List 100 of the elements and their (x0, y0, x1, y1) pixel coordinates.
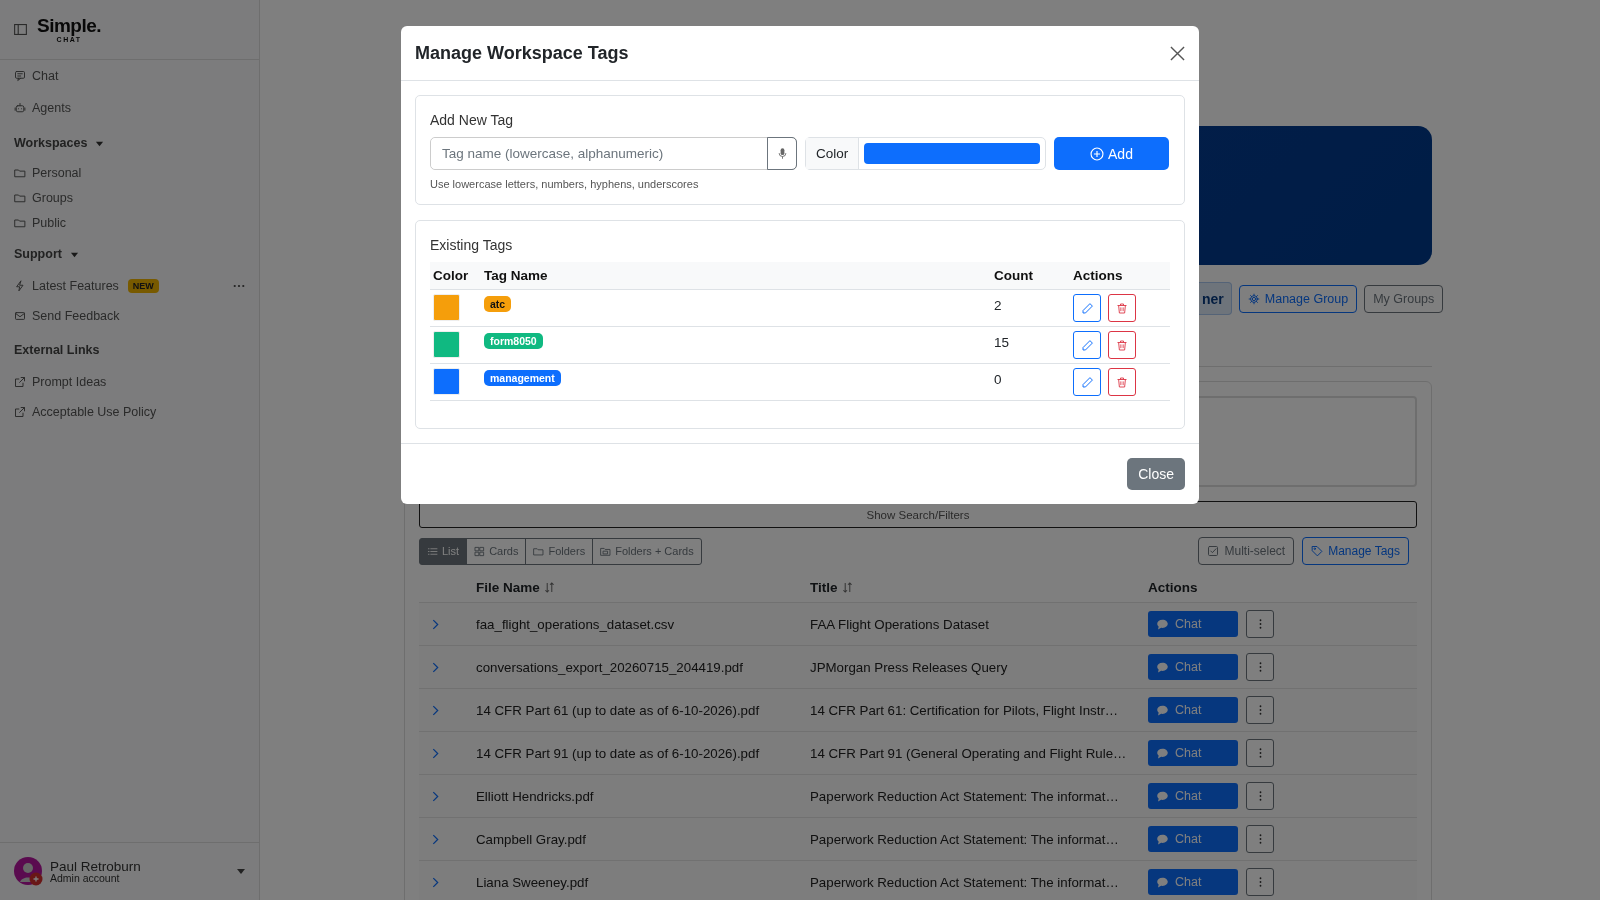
trash-icon (1116, 375, 1128, 389)
avatar[interactable] (14, 856, 44, 887)
view-mode-button[interactable]: Folders + Cards (592, 537, 702, 565)
group-button[interactable]: ner (1199, 282, 1232, 315)
table-cell-text: 14 CFR Part 91 (General Operating and Flight Rule… (810, 745, 1128, 761)
chat-button[interactable]: Chat (1148, 783, 1238, 809)
chat-button[interactable]: Chat (1148, 826, 1238, 852)
close-button[interactable]: Close (1127, 458, 1185, 490)
speech-bubble-icon (1156, 832, 1169, 846)
table-cell-text: Paperwork Reduction Act Statement: The informat… (810, 831, 1120, 847)
more-icon[interactable] (233, 284, 245, 288)
trash-icon (1116, 338, 1128, 352)
tag-badge: atc (484, 296, 512, 312)
view-mode-button[interactable]: Cards (466, 537, 527, 565)
tag-name-field[interactable]: Tag name (lowercase, alphanumeric) (430, 137, 797, 170)
column-header: Count (993, 268, 1034, 283)
card-heading: Add New Tag (430, 112, 514, 128)
column-header: Tag Name (483, 268, 549, 283)
edit-button[interactable] (1073, 331, 1101, 359)
delete-button[interactable] (1108, 294, 1136, 322)
chevron-right-icon[interactable] (432, 661, 439, 673)
sort-icon[interactable] (543, 581, 555, 593)
nav-link[interactable]: Latest Features (0, 271, 119, 301)
chevron-right-icon[interactable] (432, 618, 439, 630)
chat-button[interactable]: Chat (1148, 611, 1238, 637)
close-icon[interactable] (1170, 45, 1185, 61)
trash-icon (1116, 301, 1128, 315)
delete-button[interactable] (1108, 331, 1136, 359)
chevron-right-icon[interactable] (432, 833, 439, 845)
more-icon (1258, 876, 1262, 888)
nav-link[interactable]: Acceptable Use Policy (0, 397, 157, 427)
external-link-icon (14, 406, 26, 418)
section-heading[interactable]: Workspaces (14, 136, 88, 150)
folder-icon (14, 191, 26, 204)
add-button[interactable]: Add (1054, 137, 1169, 170)
toolbar-button[interactable]: Multi-select (1198, 537, 1295, 565)
more-icon (1258, 747, 1262, 759)
column-header[interactable]: Title (810, 579, 838, 595)
more-button[interactable] (1246, 782, 1274, 810)
nav-link[interactable]: Groups (0, 185, 73, 210)
chevron-right-icon[interactable] (432, 790, 439, 802)
group-button[interactable]: Manage Group (1238, 284, 1358, 313)
chat-button[interactable]: Chat (1148, 740, 1238, 766)
chevron-right-icon[interactable] (432, 876, 439, 888)
column-header[interactable]: File Name (476, 579, 540, 595)
column-header[interactable]: Actions (1148, 579, 1198, 595)
edit-button[interactable] (1073, 294, 1101, 322)
tag-icon (1311, 545, 1324, 557)
user-name: Paul Retroburn (50, 859, 141, 873)
table-cell-text: Liana Sweeney.pdf (476, 874, 590, 890)
sidebar-toggle-icon[interactable] (14, 24, 27, 35)
chat-button[interactable]: Chat (1148, 869, 1238, 895)
grid-icon (474, 545, 486, 557)
speech-bubble-icon (1156, 617, 1169, 631)
table-cell-text: JPMorgan Press Releases Query (810, 659, 1009, 675)
chat-button[interactable]: Chat (1148, 697, 1238, 723)
nav-link[interactable]: Personal (0, 160, 82, 185)
pencil-icon (1080, 338, 1094, 352)
view-mode-button[interactable]: Folders (525, 537, 594, 565)
group-button[interactable]: My Groups (1364, 284, 1444, 313)
more-icon (1258, 790, 1262, 802)
toolbar-button[interactable]: Manage Tags (1302, 537, 1409, 565)
more-button[interactable] (1246, 696, 1274, 724)
more-button[interactable] (1246, 825, 1274, 853)
table-cell-text: 14 CFR Part 91 (up to date as of 6-10-2026).pdf (476, 745, 761, 761)
settings-icon (1247, 292, 1260, 305)
folder-icon (14, 166, 26, 179)
nav-link[interactable]: Public (0, 210, 67, 235)
plus-circle-icon (1090, 146, 1105, 161)
speech-bubble-icon (1156, 746, 1169, 760)
more-icon (1258, 618, 1262, 630)
speech-bubble-icon (1156, 875, 1169, 889)
view-mode-button[interactable]: List (419, 537, 468, 565)
sort-icon[interactable] (841, 581, 853, 593)
list-icon (427, 545, 438, 557)
more-button[interactable] (1246, 868, 1274, 896)
table-cell-text: Paperwork Reduction Act Statement: The informat… (810, 874, 1120, 890)
chevron-right-icon[interactable] (432, 704, 439, 716)
table-cell-text: 14 CFR Part 61 (up to date as of 6-10-2026).pdf (476, 702, 761, 718)
delete-button[interactable] (1108, 368, 1136, 396)
hint-text: Use lowercase letters, numbers, hyphens, underscores (430, 178, 700, 190)
section-heading[interactable]: Support (14, 247, 62, 261)
more-button[interactable] (1246, 653, 1274, 681)
color-label: Color (806, 138, 860, 169)
more-button[interactable] (1246, 739, 1274, 767)
pencil-icon (1080, 301, 1094, 315)
nav-link[interactable]: Agents (0, 92, 259, 124)
table-cell-text: conversations_export_20260715_204419.pdf (476, 659, 744, 675)
more-button[interactable] (1246, 610, 1274, 638)
nav-link[interactable]: Chat (0, 60, 259, 92)
chat-button[interactable]: Chat (1148, 654, 1238, 680)
microphone-icon[interactable] (777, 147, 787, 160)
nav-link[interactable]: Prompt Ideas (0, 367, 107, 397)
edit-button[interactable] (1073, 368, 1101, 396)
chevron-right-icon[interactable] (432, 747, 439, 759)
tag-badge: management (484, 370, 561, 386)
section-heading[interactable]: External Links (14, 343, 100, 357)
caret-icon[interactable] (237, 869, 245, 874)
nav-link[interactable]: Send Feedback (0, 301, 120, 331)
column-header: Actions (1072, 268, 1124, 283)
